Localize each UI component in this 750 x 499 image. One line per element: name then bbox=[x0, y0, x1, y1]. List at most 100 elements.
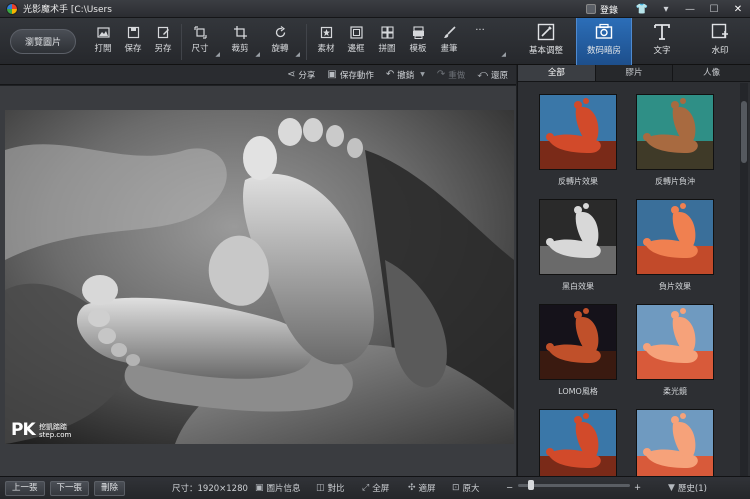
template-icon bbox=[412, 26, 424, 39]
share-label: 分享 bbox=[298, 70, 316, 81]
border-button[interactable]: 邊框 bbox=[342, 26, 370, 54]
zoom-slider-handle[interactable] bbox=[528, 480, 534, 490]
browse-images-button[interactable]: 瀏覽圖片 bbox=[10, 29, 76, 54]
open-image-icon bbox=[96, 27, 110, 38]
tab-basic-adjust[interactable]: 基本调整 bbox=[518, 18, 574, 65]
more-tools-button[interactable]: ··· ◢ bbox=[466, 26, 506, 59]
tab-basic-adjust-label: 基本调整 bbox=[528, 46, 563, 56]
resize-dropdown-icon[interactable]: ◢ bbox=[215, 51, 220, 58]
tab-all[interactable]: 全部 bbox=[518, 65, 596, 81]
photo-baby-feet: PK 挖凱踏踏 step.com bbox=[5, 110, 514, 444]
crop-label: 裁剪 bbox=[231, 44, 249, 54]
effect-name: 負片效果 bbox=[659, 282, 691, 291]
tab-watermark[interactable]: 水印 bbox=[692, 18, 748, 65]
save-action-button[interactable]: ▣ 保存動作 bbox=[327, 69, 373, 81]
image-info-icon: ▣ bbox=[255, 483, 264, 493]
history-button[interactable]: ▼ 歷史(1) bbox=[668, 482, 707, 494]
effect-preview-image bbox=[636, 94, 714, 170]
image-canvas[interactable]: PK 挖凱踏踏 step.com bbox=[0, 86, 516, 476]
menu-icon[interactable]: ▾ bbox=[654, 0, 678, 18]
tab-watermark-label: 水印 bbox=[711, 46, 729, 56]
maximize-icon[interactable]: ☐ bbox=[702, 0, 726, 18]
minimize-icon[interactable]: — bbox=[678, 0, 702, 18]
crop-dropdown-icon[interactable]: ◢ bbox=[255, 51, 260, 58]
status-bar: 上一張 下一張 刪除 尺寸：1920×1280 ▣ 圖片信息 ◫ 對比 ⤢ 全屏… bbox=[0, 476, 750, 499]
save-as-button[interactable]: 另存 bbox=[149, 26, 177, 54]
tab-text-label: 文字 bbox=[653, 46, 671, 56]
crop-icon bbox=[233, 26, 247, 39]
effect-thumbnail[interactable] bbox=[627, 409, 723, 476]
open-button[interactable]: 打開 bbox=[89, 26, 117, 54]
effects-scrollbar[interactable] bbox=[740, 83, 748, 476]
effect-thumbnail[interactable] bbox=[530, 409, 626, 476]
save-action-label: 保存動作 bbox=[339, 70, 374, 81]
effect-thumbnail[interactable]: 黑白效果 bbox=[530, 199, 626, 292]
template-button[interactable]: 模板 bbox=[404, 26, 432, 54]
compare-icon: ◫ bbox=[316, 483, 325, 493]
effect-thumbnail[interactable]: 柔光鏡 bbox=[627, 304, 723, 397]
redo-icon: ↷ bbox=[436, 69, 446, 80]
effect-preview-image bbox=[539, 409, 617, 476]
user-icon bbox=[585, 4, 596, 14]
effect-name: 反轉片負沖 bbox=[655, 177, 695, 186]
original-size-button[interactable]: ⊡ 原大 bbox=[452, 482, 480, 494]
effects-panel: 全部 膠片 人像 反轉片效果 反轉片負沖黑白效果 負片效果 LOMO風格 柔光鏡 bbox=[517, 65, 750, 476]
undo-button[interactable]: ↶ 撤銷 ▼ bbox=[386, 69, 425, 81]
effect-thumbnail[interactable]: LOMO風格 bbox=[530, 304, 626, 397]
undo-label: 撤銷 bbox=[397, 70, 415, 81]
share-button[interactable]: ⋖ 分享 bbox=[287, 69, 315, 81]
close-icon[interactable]: ✕ bbox=[726, 0, 750, 18]
watermark-icon bbox=[711, 23, 728, 39]
rotate-button[interactable]: 旋轉 ◢ bbox=[266, 26, 300, 58]
redo-button[interactable]: ↷ 重做 bbox=[437, 69, 465, 81]
undo-dropdown-icon[interactable]: ▼ bbox=[420, 71, 425, 78]
effects-category-tabs: 全部 膠片 人像 bbox=[518, 65, 750, 82]
zoom-out-label: − bbox=[506, 483, 514, 493]
effect-name: 反轉片效果 bbox=[558, 177, 598, 186]
resize-label: 尺寸 bbox=[191, 44, 209, 54]
crop-button[interactable]: 裁剪 ◢ bbox=[226, 26, 260, 58]
skin-icon[interactable]: 👕 bbox=[630, 0, 654, 18]
tab-digital-darkroom[interactable]: 数码暗房 bbox=[576, 18, 632, 65]
effect-thumbnail[interactable]: 反轉片效果 bbox=[530, 94, 626, 187]
effect-preview-image bbox=[636, 199, 714, 275]
image-size-info: 尺寸：1920×1280 bbox=[172, 482, 248, 494]
brush-button[interactable]: 畫筆 bbox=[435, 26, 463, 54]
resize-button[interactable]: 尺寸 ◢ bbox=[186, 26, 220, 58]
login-button[interactable]: 登錄 bbox=[580, 2, 624, 16]
tab-portrait[interactable]: 人像 bbox=[673, 65, 750, 81]
digital-darkroom-icon bbox=[595, 23, 613, 39]
delete-image-button[interactable]: 刪除 bbox=[94, 480, 126, 496]
more-dropdown-icon[interactable]: ◢ bbox=[501, 51, 506, 58]
rotate-dropdown-icon[interactable]: ◢ bbox=[295, 51, 300, 58]
zoom-in-button[interactable]: + bbox=[634, 483, 641, 493]
restore-label: 還原 bbox=[490, 70, 508, 81]
fit-screen-icon: ✣ bbox=[408, 483, 416, 493]
compare-button[interactable]: ◫ 對比 bbox=[316, 482, 345, 494]
original-size-label: 原大 bbox=[462, 484, 480, 494]
effect-preview-image bbox=[539, 94, 617, 170]
template-label: 模板 bbox=[409, 44, 427, 54]
restore-button[interactable]: ⤺ 還原 bbox=[477, 69, 508, 81]
baby-feet-photo-illustration bbox=[5, 110, 514, 444]
save-button[interactable]: 保存 bbox=[119, 26, 147, 54]
image-info-button[interactable]: ▣ 圖片信息 bbox=[255, 482, 301, 494]
tab-film[interactable]: 膠片 bbox=[596, 65, 674, 81]
zoom-out-button[interactable]: − bbox=[506, 483, 513, 493]
zoom-slider[interactable] bbox=[518, 480, 630, 490]
fit-screen-label: 適屏 bbox=[418, 484, 436, 494]
effect-thumbnail[interactable]: 反轉片負沖 bbox=[627, 94, 723, 187]
fullscreen-button[interactable]: ⤢ 全屏 bbox=[362, 482, 389, 494]
effect-name: LOMO風格 bbox=[558, 387, 598, 396]
collage-button[interactable]: 拼圖 bbox=[373, 26, 401, 54]
fit-screen-button[interactable]: ✣ 適屏 bbox=[408, 482, 436, 494]
tab-text[interactable]: 文字 bbox=[634, 18, 690, 65]
effects-scrollbar-thumb[interactable] bbox=[741, 101, 747, 163]
login-label: 登錄 bbox=[599, 5, 618, 16]
rotate-icon bbox=[275, 26, 285, 38]
material-button[interactable]: 素材 bbox=[312, 26, 340, 54]
save-icon bbox=[127, 26, 139, 39]
effect-thumbnail[interactable]: 負片效果 bbox=[627, 199, 723, 292]
prev-image-button[interactable]: 上一張 bbox=[5, 480, 45, 496]
next-image-button[interactable]: 下一張 bbox=[49, 480, 90, 496]
